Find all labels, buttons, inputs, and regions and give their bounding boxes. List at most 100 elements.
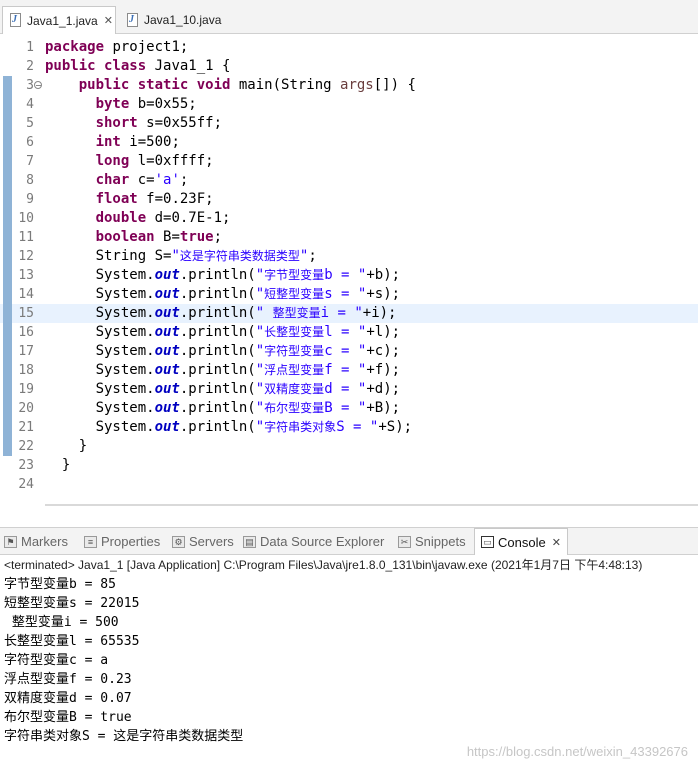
change-ruler-mark <box>3 437 12 456</box>
code-line[interactable]: 16 System.out.println("长整型变量l = "+l); <box>0 323 698 342</box>
fold-collapse-icon[interactable]: − <box>34 81 42 90</box>
line-number: 10 <box>18 211 34 226</box>
code-line[interactable]: 1 package project1; <box>0 38 698 57</box>
code-line[interactable]: 20 System.out.println("布尔型变量B = "+B); <box>0 399 698 418</box>
code-line[interactable]: 22 } <box>0 437 698 456</box>
line-number: 9 <box>26 192 34 207</box>
code-editor[interactable]: 1 package project1; 2 public class Java1_1 … <box>0 34 698 506</box>
line-number: 5 <box>26 116 34 131</box>
tab-label: Data Source Explorer <box>260 534 385 549</box>
change-ruler-mark <box>3 304 12 323</box>
code-line[interactable]: 24 <box>0 475 698 494</box>
code-text: System.out.println("字符串类对象S = "+S); <box>45 419 413 435</box>
console-line: 字节型变量b = 85 <box>4 577 116 592</box>
snippets-icon: ✂ <box>398 535 411 548</box>
watermark: https://blog.csdn.net/weixin_43392676 <box>466 744 688 759</box>
java-file-icon: J <box>126 12 139 28</box>
properties-icon: ≡ <box>84 535 97 548</box>
line-number: 15 <box>18 306 34 321</box>
change-ruler-mark <box>3 418 12 437</box>
tab-label: Console <box>498 534 546 550</box>
code-text: System.out.println(" 整型变量i = "+i); <box>45 305 397 321</box>
code-text: System.out.println("字符型变量c = "+c); <box>45 343 401 359</box>
data-source-icon: ▤ <box>243 535 256 548</box>
code-text: package project1; <box>45 39 189 55</box>
change-ruler-mark <box>3 152 12 171</box>
tab-console[interactable]: ▭ Console ✕ <box>474 528 568 555</box>
line-number: 11 <box>18 230 34 245</box>
close-icon[interactable]: ✕ <box>104 14 113 27</box>
code-line[interactable]: 4 byte b=0x55; <box>0 95 698 114</box>
view-tab-bar: ⚑ Markers ≡ Properties ⚙ Servers ▤ Data Source … <box>0 527 698 555</box>
code-line[interactable]: 15 System.out.println(" 整型变量i = "+i); <box>0 304 698 323</box>
line-number: 16 <box>18 325 34 340</box>
console-line: 整型变量i = 500 <box>4 615 119 630</box>
editor-tab-bar: J Java1_1.java ✕ J Java1_10.java <box>0 0 698 34</box>
horizontal-scrollbar[interactable] <box>45 504 698 506</box>
line-number: 21 <box>18 420 34 435</box>
change-ruler-mark <box>3 285 12 304</box>
code-line[interactable]: 12 String S="这是字符串类数据类型"; <box>0 247 698 266</box>
code-line[interactable]: 17 System.out.println("字符型变量c = "+c); <box>0 342 698 361</box>
code-line[interactable]: 13 System.out.println("字节型变量b = "+b); <box>0 266 698 285</box>
code-line[interactable]: 14 System.out.println("短整型变量s = "+s); <box>0 285 698 304</box>
tab-properties[interactable]: ≡ Properties <box>84 528 160 555</box>
tab-label: Java1_10.java <box>144 13 222 27</box>
console-icon: ▭ <box>481 536 494 548</box>
code-text: double d=0.7E-1; <box>95 210 231 226</box>
tab-java1-1[interactable]: J Java1_1.java ✕ <box>2 6 116 34</box>
code-text: System.out.println("双精度变量d = "+d); <box>45 381 401 397</box>
line-number: 24 <box>18 477 34 492</box>
line-number: 2 <box>26 59 34 74</box>
tab-markers[interactable]: ⚑ Markers <box>4 528 68 555</box>
code-line[interactable]: 21 System.out.println("字符串类对象S = "+S); <box>0 418 698 437</box>
console-line: 短整型变量s = 22015 <box>4 596 140 611</box>
change-ruler-mark <box>3 361 12 380</box>
tab-servers[interactable]: ⚙ Servers <box>172 528 234 555</box>
change-ruler-mark <box>3 190 12 209</box>
code-text: System.out.println("布尔型变量B = "+B); <box>45 400 401 416</box>
tab-data-source-explorer[interactable]: ▤ Data Source Explorer <box>243 528 384 555</box>
change-ruler-mark <box>3 247 12 266</box>
console-line: 浮点型变量f = 0.23 <box>4 672 132 687</box>
line-number: 3 <box>26 78 34 93</box>
code-line[interactable]: 9 float f=0.23F; <box>0 190 698 209</box>
code-text: System.out.println("字节型变量b = "+b); <box>45 267 401 283</box>
code-text: public static void main(String args[]) { <box>78 77 416 93</box>
code-line[interactable]: 2 public class Java1_1 { <box>0 57 698 76</box>
code-line[interactable]: 11 boolean B=true; <box>0 228 698 247</box>
line-number: 19 <box>18 382 34 397</box>
code-line[interactable]: 18 System.out.println("浮点型变量f = "+f); <box>0 361 698 380</box>
code-line[interactable]: 19 System.out.println("双精度变量d = "+d); <box>0 380 698 399</box>
code-line[interactable]: 5 short s=0x55ff; <box>0 114 698 133</box>
line-number: 20 <box>18 401 34 416</box>
code-line[interactable]: 10 double d=0.7E-1; <box>0 209 698 228</box>
console-status: <terminated> Java1_1 [Java Application] … <box>4 558 643 572</box>
code-line[interactable]: 6 int i=500; <box>0 133 698 152</box>
console-line: 长整型变量l = 65535 <box>4 634 140 649</box>
code-text: short s=0x55ff; <box>95 115 223 131</box>
tab-java1-10[interactable]: J Java1_10.java <box>120 6 230 34</box>
tab-label: Snippets <box>415 534 466 549</box>
code-line[interactable]: 23 } <box>0 456 698 475</box>
change-ruler-mark <box>3 76 12 95</box>
change-ruler-mark <box>3 171 12 190</box>
markers-icon: ⚑ <box>4 535 17 548</box>
code-line[interactable]: 7 long l=0xffff; <box>0 152 698 171</box>
line-number: 23 <box>18 458 34 473</box>
code-text: } <box>45 438 88 454</box>
code-text: String S="这是字符串类数据类型"; <box>45 248 317 264</box>
line-number: 7 <box>26 154 34 169</box>
code-line[interactable]: 8 char c='a'; <box>0 171 698 190</box>
java-file-icon: J <box>9 13 22 28</box>
code-text: float f=0.23F; <box>95 191 214 207</box>
tab-label: Properties <box>101 534 161 549</box>
change-ruler-mark <box>3 95 12 114</box>
tab-snippets[interactable]: ✂ Snippets <box>398 528 466 555</box>
code-line[interactable]: 3− public static void main(String args[]… <box>0 76 698 95</box>
line-number: 1 <box>26 40 34 55</box>
line-number: 17 <box>18 344 34 359</box>
console-line: 字符型变量c = a <box>4 653 109 668</box>
close-icon[interactable]: ✕ <box>552 536 561 549</box>
change-ruler-mark <box>3 380 12 399</box>
